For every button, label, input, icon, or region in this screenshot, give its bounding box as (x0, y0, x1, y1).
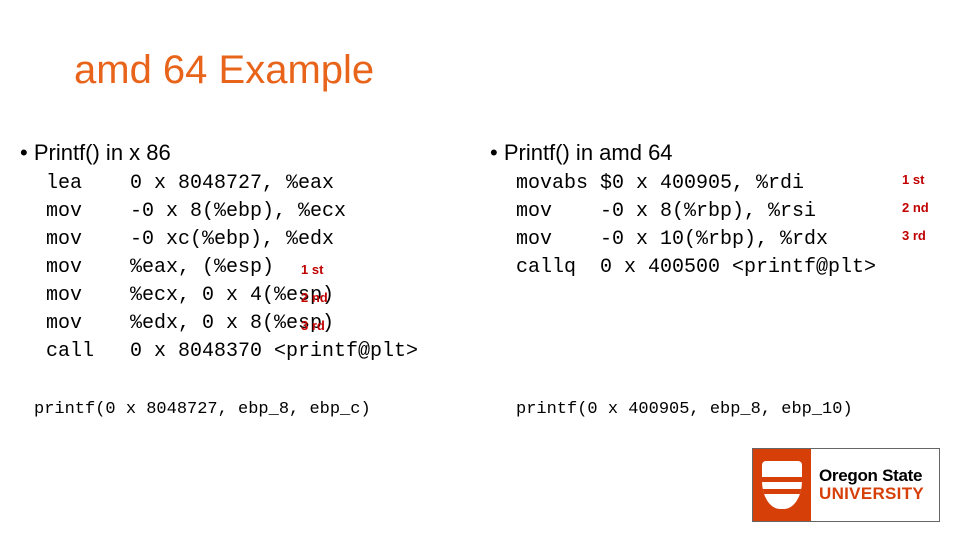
annotation-x86-1st: 1 st (301, 262, 323, 277)
amd64-summary: printf(0 x 400905, ebp_8, ebp_10) (516, 400, 853, 419)
osu-line2: UNIVERSITY (819, 485, 939, 503)
annotation-x86-3rd: 3 rd (301, 318, 325, 333)
right-heading: • Printf() in amd 64 (490, 140, 673, 166)
osu-line1: Oregon State (819, 467, 939, 485)
osu-logo: Oregon State UNIVERSITY (752, 448, 940, 522)
annotation-amd64-1st: 1 st (902, 172, 924, 187)
left-heading: • Printf() in x 86 (20, 140, 171, 166)
osu-logo-text: Oregon State UNIVERSITY (811, 449, 939, 521)
annotation-x86-2nd: 2 nd (301, 290, 328, 305)
slide-title: amd 64 Example (74, 48, 374, 93)
annotation-amd64-2nd: 2 nd (902, 200, 929, 215)
x86-code-block: lea 0 x 8048727, %eax mov -0 x 8(%ebp), … (46, 170, 418, 366)
x86-summary: printf(0 x 8048727, ebp_8, ebp_c) (34, 400, 371, 419)
annotation-amd64-3rd: 3 rd (902, 228, 926, 243)
amd64-code-block: movabs $0 x 400905, %rdi mov -0 x 8(%rbp… (516, 170, 876, 282)
osu-shield-icon (753, 449, 811, 521)
